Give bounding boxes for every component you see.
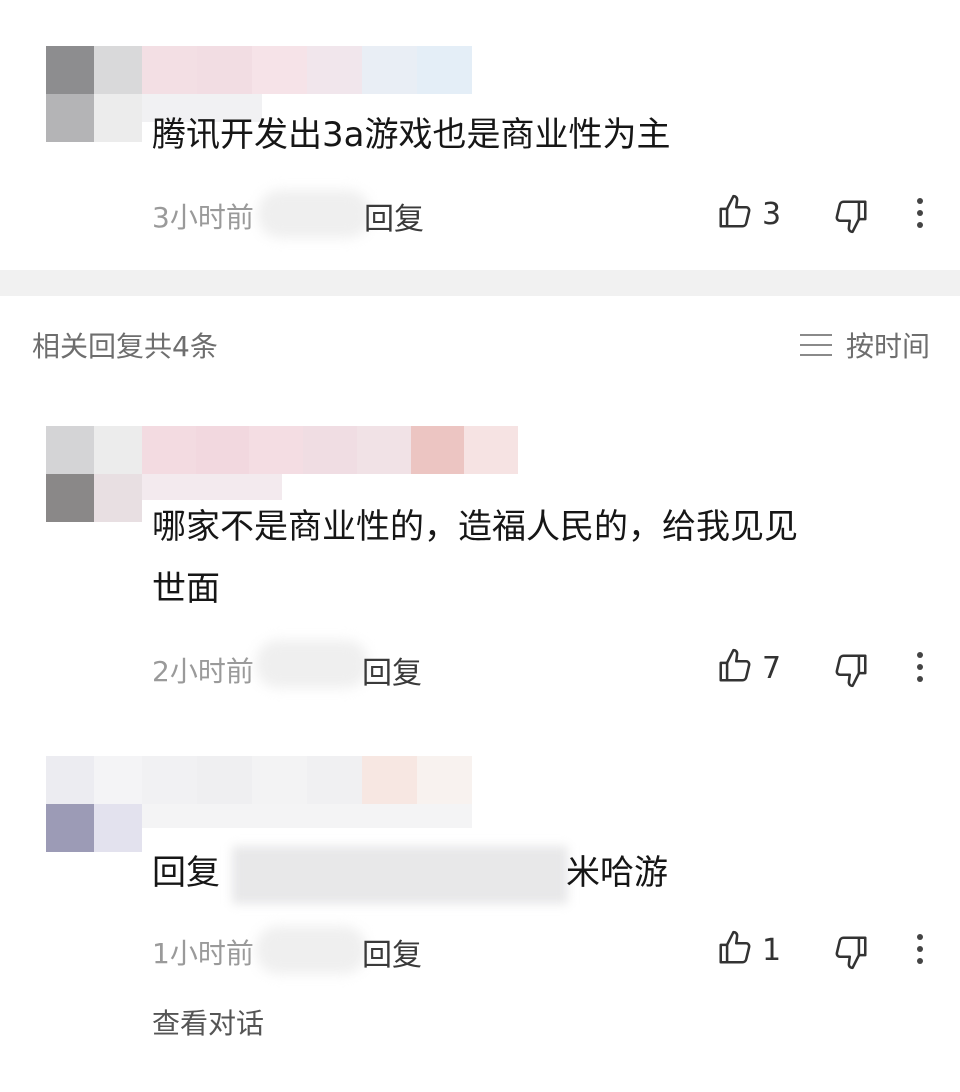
- username-mosaic[interactable]: [142, 46, 472, 94]
- blurred-location: [256, 640, 368, 688]
- dislike-button[interactable]: [832, 650, 870, 694]
- more-button[interactable]: [914, 650, 926, 688]
- thumbs-down-icon: [832, 196, 870, 240]
- comment-time: 3小时前: [152, 201, 254, 234]
- avatar[interactable]: [46, 46, 142, 142]
- thumbs-down-icon: [832, 650, 870, 694]
- section-divider: [0, 270, 960, 296]
- reply-time: 2小时前: [152, 655, 254, 688]
- hamburger-icon: [799, 334, 832, 356]
- reply-button[interactable]: 回复: [364, 194, 424, 238]
- reply-text-line2: 世面: [152, 569, 220, 609]
- like-button[interactable]: 3: [716, 192, 781, 236]
- sort-label: 按时间: [845, 330, 930, 363]
- username-mosaic-fade: [142, 804, 472, 828]
- sort-by-time-button[interactable]: 按时间: [799, 325, 930, 365]
- reply-text-line1: 哪家不是商业性的，造福人民的，给我见见: [152, 507, 798, 547]
- dislike-button[interactable]: [832, 196, 870, 240]
- reply-button[interactable]: 回复: [362, 930, 422, 974]
- blurred-location: [258, 190, 370, 238]
- reply-text-suffix: 米哈游: [566, 853, 668, 893]
- reply-button[interactable]: 回复: [362, 648, 422, 692]
- dislike-button[interactable]: [832, 932, 870, 976]
- username-mosaic[interactable]: [142, 756, 472, 804]
- more-button[interactable]: [914, 932, 926, 970]
- like-count: 3: [762, 196, 782, 232]
- username-mosaic[interactable]: [142, 426, 518, 474]
- thumbs-up-icon: [716, 928, 754, 972]
- more-button[interactable]: [914, 196, 926, 234]
- comment-text: 腾讯开发出3a游戏也是商业性为主: [152, 115, 671, 155]
- like-count: 7: [762, 650, 782, 686]
- blurred-location: [256, 926, 366, 974]
- thumbs-down-icon: [832, 932, 870, 976]
- thumbs-up-icon: [716, 192, 754, 236]
- replies-count-title: 相关回复共4条: [32, 330, 218, 363]
- avatar[interactable]: [46, 426, 142, 522]
- like-button[interactable]: 1: [716, 928, 781, 972]
- like-button[interactable]: 7: [716, 646, 781, 690]
- avatar[interactable]: [46, 756, 142, 852]
- like-count: 1: [762, 932, 782, 968]
- thumbs-up-icon: [716, 646, 754, 690]
- more-vertical-icon: [914, 196, 926, 234]
- more-vertical-icon: [914, 932, 926, 970]
- blurred-mention: [232, 846, 568, 904]
- more-vertical-icon: [914, 650, 926, 688]
- reply-text-prefix: 回复: [152, 853, 220, 893]
- reply-time: 1小时前: [152, 937, 254, 970]
- view-conversation-link[interactable]: 查看对话: [152, 1002, 264, 1042]
